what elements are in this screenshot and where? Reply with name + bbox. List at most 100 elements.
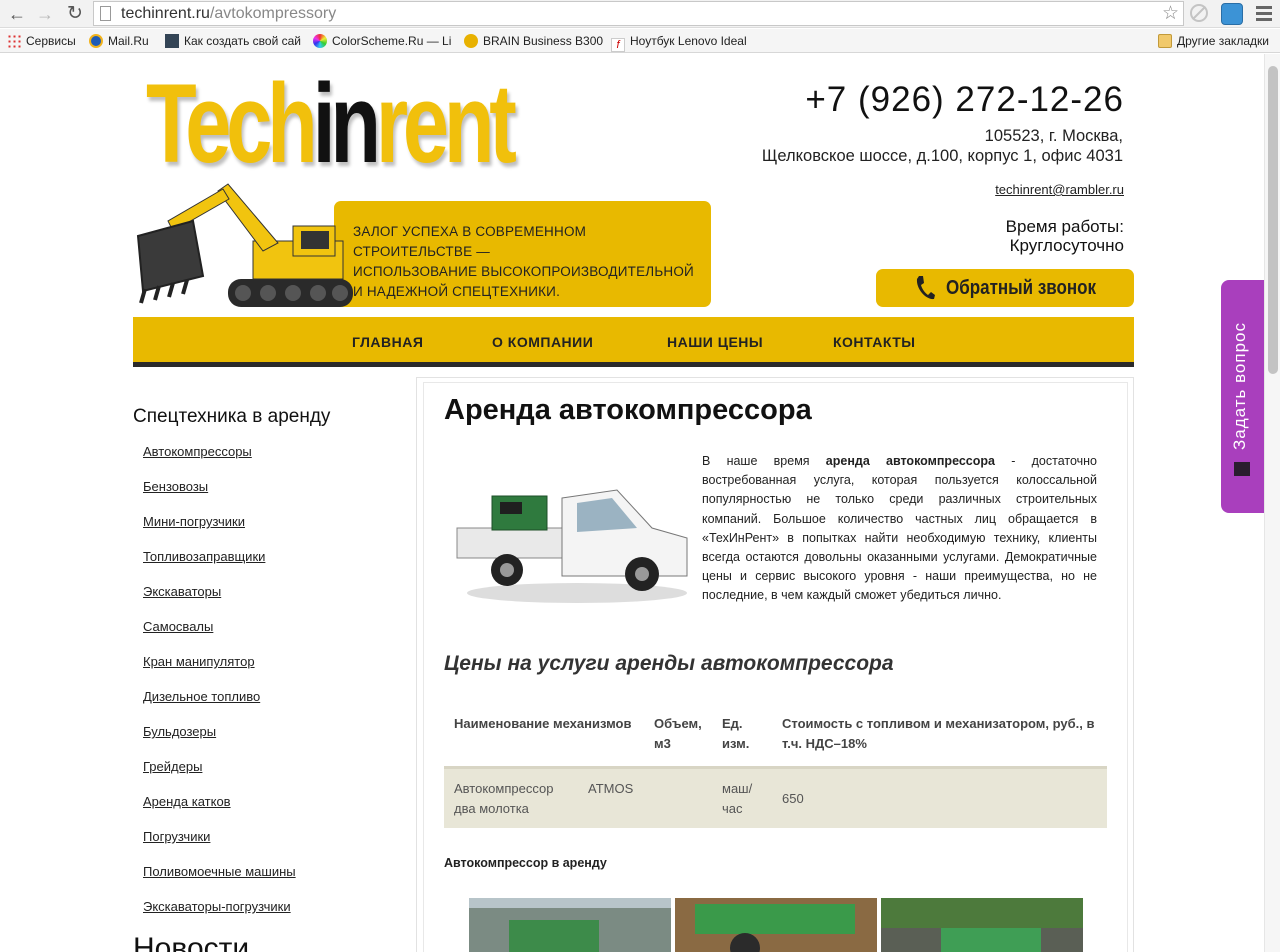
header-phone[interactable]: +7 (926) 272-12-26 <box>805 80 1124 120</box>
bookmark-brain[interactable]: BRAIN Business B300 <box>464 33 603 49</box>
page-title: Аренда автокомпрессора <box>444 394 812 426</box>
url-text[interactable]: techinrent.ru/avtokompressory <box>121 5 336 23</box>
bookmark-mailru[interactable]: Mail.Ru <box>89 33 149 49</box>
bookmark-lenovo[interactable]: f Ноутбук Lenovo Ideal <box>611 33 747 52</box>
nav-prices[interactable]: НАШИ ЦЕНЫ <box>667 334 763 350</box>
forward-arrow-icon[interactable]: → <box>34 3 56 25</box>
sidebar-item: Мини-погрузчики <box>143 514 296 549</box>
extension-app-icon[interactable] <box>1221 3 1243 25</box>
prices-heading: Цены на услуги аренды автокомпрессора <box>444 652 894 675</box>
sidebar-item: Экскаваторы-погрузчики <box>143 899 296 934</box>
nav-home[interactable]: ГЛАВНАЯ <box>352 334 423 350</box>
sidebar-item: Поливомоечные машины <box>143 864 296 899</box>
bookmark-star-icon[interactable]: ☆ <box>1162 2 1179 25</box>
sidebar-link-crane[interactable]: Кран манипулятор <box>143 654 255 669</box>
sidebar-title: Спецтехника в аренду <box>133 406 331 427</box>
bookmark-label: BRAIN Business B300 <box>483 34 604 48</box>
mailru-icon <box>89 34 103 48</box>
table-cell: 650 <box>772 767 1107 828</box>
sidebar-link-refuelers[interactable]: Топливозаправщики <box>143 549 265 564</box>
address-line: 105523, г. Москва, <box>984 127 1123 145</box>
bookmark-label: Сервисы <box>26 34 76 48</box>
sidebar-link-autocompressors[interactable]: Автокомпрессоры <box>143 444 252 459</box>
brain-icon <box>464 34 478 48</box>
bookmark-label: Mail.Ru <box>108 34 149 48</box>
intro-text: В наше время <box>702 454 826 468</box>
table-row: Автокомпрессор два молотка ATMOS маш/час … <box>444 767 1107 828</box>
hours-label: Время работы: <box>1005 217 1124 236</box>
sidebar-link-washers[interactable]: Поливомоечные машины <box>143 864 296 879</box>
table-cell: маш/час <box>712 767 772 828</box>
sidebar-item: Автокомпрессоры <box>143 444 296 479</box>
header-email-link[interactable]: techinrent@rambler.ru <box>995 182 1124 197</box>
address-line: Щелковское шоссе, д.100, корпус 1, офис … <box>761 147 1123 165</box>
gallery-title: Автокомпрессор в аренду <box>444 856 607 870</box>
sidebar-item: Экскаваторы <box>143 584 296 619</box>
machine-model: ATMOS <box>588 781 634 796</box>
envelope-icon <box>1234 462 1250 476</box>
hours-value: Круглосуточно <box>1009 236 1124 255</box>
bookmark-services[interactable]: Сервисы <box>7 33 76 49</box>
slogan-line: И НАДЕЖНОЙ СПЕЦТЕХНИКИ. <box>353 284 561 299</box>
sidebar-item: Кран манипулятор <box>143 654 296 689</box>
column-header: Объем, м3 <box>644 704 712 769</box>
gallery-photo[interactable] <box>881 898 1083 952</box>
browser-menu-icon[interactable] <box>1256 6 1272 24</box>
sidebar-link-dump-trucks[interactable]: Самосвалы <box>143 619 213 634</box>
gallery-photo[interactable] <box>469 898 671 952</box>
excavator-image <box>136 183 353 307</box>
gallery-photo[interactable] <box>675 898 877 952</box>
scrollbar-thumb[interactable] <box>1268 66 1278 374</box>
sidebar-link-bulldozers[interactable]: Бульдозеры <box>143 724 216 739</box>
machine-name: Автокомпрессор два молотка <box>454 781 554 817</box>
sidebar-link-fuel-trucks[interactable]: Бензовозы <box>143 479 208 494</box>
working-hours: Время работы: Круглосуточно <box>1006 217 1124 255</box>
callback-button[interactable]: Обратный звонок <box>876 269 1134 307</box>
table-cell <box>644 767 712 828</box>
logo-part: rent <box>375 61 517 186</box>
intro-bold: аренда автокомпрессора <box>825 454 995 468</box>
phone-handset-icon <box>916 276 935 300</box>
sidebar-menu: Автокомпрессоры Бензовозы Мини-погрузчик… <box>143 444 296 934</box>
back-arrow-icon[interactable]: ← <box>6 3 28 25</box>
sidebar-item: Бульдозеры <box>143 724 296 759</box>
browser-toolbar: ← → ↻ techinrent.ru/avtokompressory ☆ <box>0 0 1280 28</box>
page-icon <box>165 34 179 48</box>
page-icon <box>100 6 111 21</box>
logo-part: Tech <box>146 61 318 186</box>
sidebar-link-mini-loaders[interactable]: Мини-погрузчики <box>143 514 245 529</box>
column-header: Наименование механизмов <box>444 704 644 769</box>
nav-about[interactable]: О КОМПАНИИ <box>492 334 593 350</box>
sidebar-link-backhoe[interactable]: Экскаваторы-погрузчики <box>143 899 291 914</box>
bookmark-colorscheme[interactable]: ColorScheme.Ru — Li <box>313 33 451 49</box>
page-scrollbar[interactable] <box>1264 54 1280 952</box>
bookmark-other[interactable]: Другие закладки <box>1158 33 1269 49</box>
column-header: Стоимость с топливом и механизатором, ру… <box>772 704 1107 769</box>
sidebar-link-diesel[interactable]: Дизельное топливо <box>143 689 260 704</box>
adblock-extension-icon[interactable] <box>1190 4 1208 22</box>
sidebar-item: Самосвалы <box>143 619 296 654</box>
unit: маш/час <box>722 781 753 817</box>
intro-paragraph: В наше время аренда автокомпрессора - до… <box>702 452 1097 606</box>
bookmark-label: Как создать свой сай <box>184 34 301 48</box>
sidebar-link-excavators[interactable]: Экскаваторы <box>143 584 221 599</box>
nav-contacts[interactable]: КОНТАКТЫ <box>833 334 915 350</box>
bookmark-create-site[interactable]: Как создать свой сай <box>165 33 301 49</box>
sidebar-item: Аренда катков <box>143 794 296 829</box>
table-cell: Автокомпрессор два молотка ATMOS <box>444 767 644 828</box>
site-logo[interactable]: Techinrent <box>146 61 517 186</box>
sidebar-link-rollers[interactable]: Аренда катков <box>143 794 231 809</box>
sidebar-item: Топливозаправщики <box>143 549 296 584</box>
logo-part: in <box>312 61 381 186</box>
bookmark-label: ColorScheme.Ru — Li <box>332 34 452 48</box>
folder-icon <box>1158 34 1172 48</box>
ask-question-tab[interactable]: Задать вопрос <box>1221 280 1264 513</box>
reload-icon[interactable]: ↻ <box>64 3 86 25</box>
callback-label: Обратный звонок <box>946 277 1097 299</box>
colorwheel-icon <box>313 34 327 48</box>
apps-icon <box>7 34 21 48</box>
sidebar-link-graders[interactable]: Грейдеры <box>143 759 202 774</box>
sidebar-link-loaders[interactable]: Погрузчики <box>143 829 210 844</box>
main-navigation: ГЛАВНАЯ О КОМПАНИИ НАШИ ЦЕНЫ КОНТАКТЫ <box>133 317 1134 367</box>
address-bar[interactable]: techinrent.ru/avtokompressory ☆ <box>93 1 1184 26</box>
